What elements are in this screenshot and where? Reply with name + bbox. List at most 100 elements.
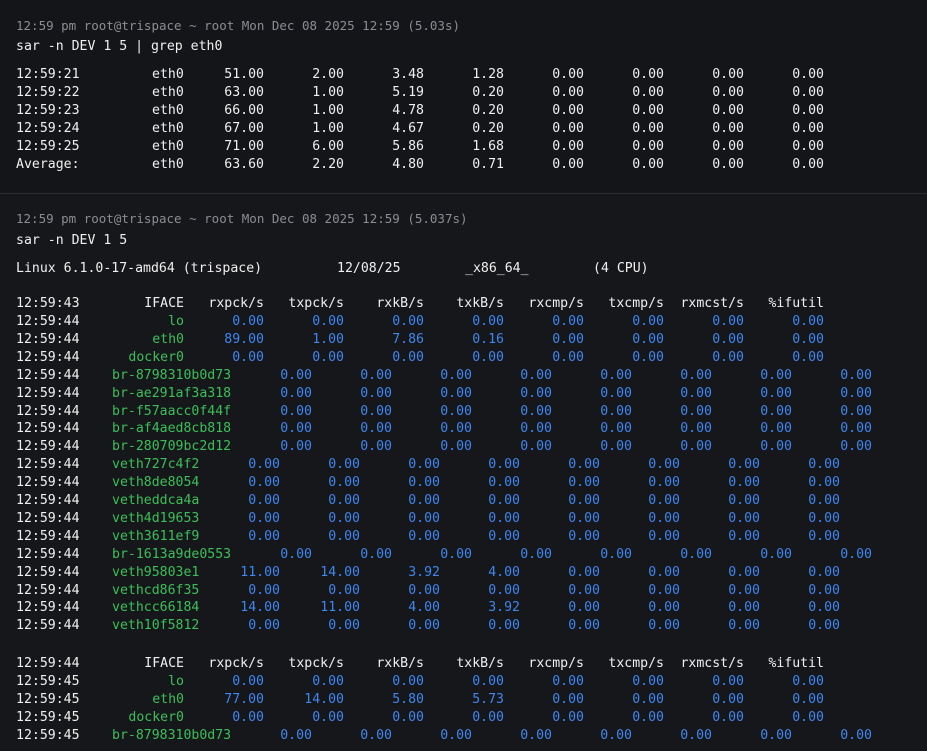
value-cell: 0.00 xyxy=(840,403,872,419)
table-row: 12:59:23 eth0 66.00 1.00 4.78 0.20 0.00 0.00 0.0… xyxy=(0,103,927,121)
value-cell: 1.00 xyxy=(312,331,344,347)
value-cell: 0.00 xyxy=(712,674,744,689)
value-cell: 0.00 xyxy=(760,385,792,401)
value-cell: 0.00 xyxy=(680,421,712,437)
iface-cell: eth0 xyxy=(152,156,184,172)
table-row: 12:59:44 veth4d19653 0.00 0.00 0.00 0.00 0.00 0… xyxy=(0,511,927,529)
value-cell: 0.00 xyxy=(792,120,824,136)
value-cell: 11.00 xyxy=(240,564,280,580)
value-cell: 0.00 xyxy=(648,457,680,473)
value-cell: 5.19 xyxy=(392,84,424,100)
time-cell: 12:59:23 xyxy=(16,102,80,118)
time-cell: 12:59:44 xyxy=(16,367,80,383)
value-cell: 0.00 xyxy=(488,510,520,526)
value-cell: 0.00 xyxy=(568,510,600,526)
value-cell: 0.00 xyxy=(808,564,840,580)
value-cell: 0.00 xyxy=(600,367,632,383)
table-row: Average: eth0 63.60 2.20 4.80 0.71 0.00 0.00 0.0… xyxy=(0,157,927,175)
value-cell: 0.20 xyxy=(472,84,504,100)
value-cell: 0.00 xyxy=(280,367,312,383)
value-cell: 0.00 xyxy=(552,67,584,82)
command-header: 12:59 pm root@trispace ~ root Mon Dec 08… xyxy=(16,18,461,33)
value-cell: 0.00 xyxy=(488,457,520,473)
value-cell: 0.00 xyxy=(568,600,600,616)
value-cell: 0.00 xyxy=(600,439,632,455)
value-cell: 0.00 xyxy=(792,67,824,82)
time-cell: 12:59:44 xyxy=(16,403,80,419)
value-cell: 0.00 xyxy=(248,582,280,598)
time-cell: Average: xyxy=(16,156,80,172)
value-cell: 14.00 xyxy=(320,564,360,580)
value-cell: 0.20 xyxy=(472,120,504,136)
column-header: rxpck/s xyxy=(208,296,264,311)
value-cell: 0.00 xyxy=(568,564,600,580)
time-cell: 12:59:44 xyxy=(16,439,80,455)
value-cell: 89.00 xyxy=(224,331,264,347)
value-cell: 0.00 xyxy=(520,439,552,455)
time-cell: 12:59:44 xyxy=(16,618,80,634)
value-cell: 0.00 xyxy=(520,727,552,743)
table-row: 12:59:44 br-1613a9de0553 0.00 0.00 0.00 0.00 0… xyxy=(0,547,927,565)
table-row: 12:59:44 veth3611ef9 0.00 0.00 0.00 0.00 0.00 0… xyxy=(0,529,927,547)
value-cell: 0.00 xyxy=(680,385,712,401)
value-cell: 0.00 xyxy=(440,367,472,383)
column-header: %ifutil xyxy=(768,296,824,311)
iface-cell: eth0 xyxy=(152,691,184,707)
value-cell: 0.00 xyxy=(328,582,360,598)
value-cell: 0.00 xyxy=(760,439,792,455)
value-cell: 0.00 xyxy=(280,439,312,455)
value-cell: 0.00 xyxy=(248,618,280,634)
value-cell: 0.00 xyxy=(808,582,840,598)
iface-cell: eth0 xyxy=(152,84,184,100)
value-cell: 0.00 xyxy=(360,421,392,437)
value-cell: 0.00 xyxy=(328,493,360,508)
iface-cell: br-8798310b0d73 xyxy=(112,727,232,743)
value-cell: 0.00 xyxy=(792,331,824,347)
time-cell: 12:59:44 xyxy=(16,331,80,347)
value-cell: 0.00 xyxy=(488,618,520,634)
value-cell: 1.00 xyxy=(312,102,344,118)
value-cell: 0.00 xyxy=(552,691,584,707)
value-cell: 0.00 xyxy=(360,403,392,419)
value-cell: 0.71 xyxy=(472,156,504,172)
value-cell: 0.00 xyxy=(552,120,584,136)
column-header-row: 12:59:44 IFACE rxpck/s txpck/s rxkB/s txkB/s r… xyxy=(0,656,927,674)
value-cell: 0.00 xyxy=(632,156,664,172)
value-cell: 0.00 xyxy=(760,546,792,562)
value-cell: 0.00 xyxy=(552,674,584,689)
time-cell: 12:59:44 xyxy=(16,457,80,473)
value-cell: 0.00 xyxy=(312,314,344,329)
value-cell: 0.00 xyxy=(568,457,600,473)
value-cell: 0.00 xyxy=(632,331,664,347)
value-cell: 0.00 xyxy=(712,138,744,154)
value-cell: 0.00 xyxy=(488,493,520,508)
value-cell: 0.00 xyxy=(520,546,552,562)
time-cell: 12:59:22 xyxy=(16,84,80,100)
value-cell: 0.00 xyxy=(552,349,584,365)
value-cell: 0.00 xyxy=(808,528,840,544)
value-cell: 0.00 xyxy=(328,528,360,544)
value-cell: 0.00 xyxy=(680,403,712,419)
value-cell: 0.00 xyxy=(328,475,360,491)
value-cell: 0.00 xyxy=(520,421,552,437)
value-cell: 0.00 xyxy=(792,674,824,689)
value-cell: 0.00 xyxy=(360,546,392,562)
column-header: txcmp/s xyxy=(608,656,664,671)
iface-cell: veth3611ef9 xyxy=(112,528,200,544)
value-cell: 0.00 xyxy=(632,691,664,707)
iface-cell: eth0 xyxy=(152,331,184,347)
iface-cell: veth8de8054 xyxy=(112,475,200,491)
value-cell: 0.00 xyxy=(472,349,504,365)
time-cell: 12:59:44 xyxy=(16,546,80,562)
value-cell: 0.00 xyxy=(728,618,760,634)
value-cell: 5.73 xyxy=(472,691,504,707)
value-cell: 0.00 xyxy=(792,314,824,329)
value-cell: 0.00 xyxy=(648,564,680,580)
column-header: rxpck/s xyxy=(208,656,264,671)
value-cell: 0.00 xyxy=(360,385,392,401)
command-line: sar -n DEV 1 5 xyxy=(16,233,128,248)
value-cell: 0.00 xyxy=(552,84,584,100)
value-cell: 0.16 xyxy=(472,331,504,347)
time-cell: 12:59:45 xyxy=(16,709,80,725)
value-cell: 0.00 xyxy=(728,493,760,508)
